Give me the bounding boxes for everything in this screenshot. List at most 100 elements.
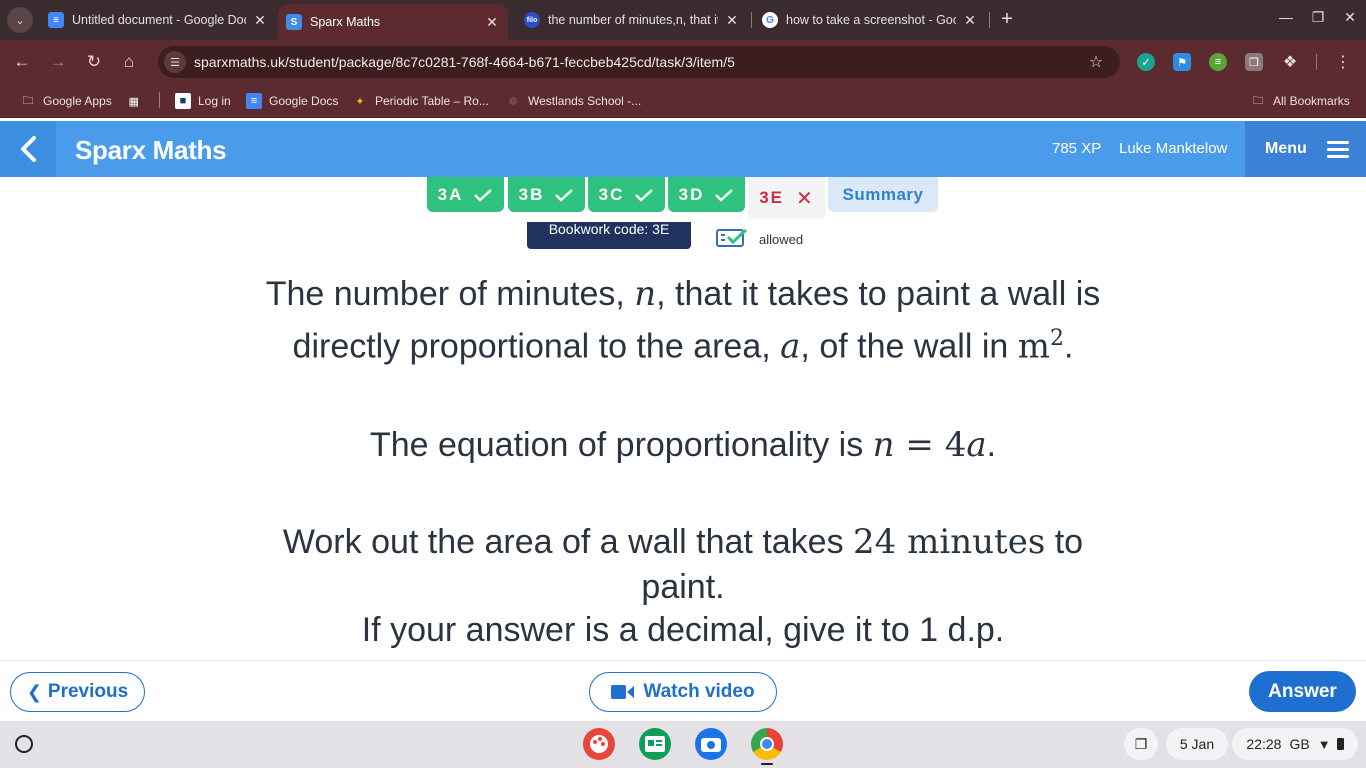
math-number: 4 [944, 425, 967, 465]
task-tab-3a[interactable]: 3A [427, 177, 504, 212]
extension-copy-icon[interactable]: ❐ [1245, 53, 1263, 71]
watch-video-label: Watch video [643, 681, 755, 702]
xp-counter: 785 XP [1052, 140, 1102, 157]
sparx-back-button[interactable] [0, 121, 56, 177]
more-options-icon[interactable]: ⋮ [1334, 53, 1352, 71]
home-icon[interactable]: ⌂ [117, 50, 141, 74]
math-unit: minutes [896, 522, 1046, 562]
canvas-paint-app-icon[interactable] [583, 728, 615, 760]
keyboard-locale: GB [1289, 736, 1310, 752]
all-bookmarks-folder[interactable]: 🗀 All Bookmarks [1250, 92, 1350, 110]
sparx-brand-title: Sparx Maths [75, 135, 227, 165]
bookmarks-divider [159, 92, 160, 108]
task-tab-label: 3C [598, 184, 625, 204]
extension-shield-icon[interactable]: ✓ [1137, 53, 1155, 71]
browser-tab-sparx[interactable]: S Sparx Maths ✕ [278, 4, 508, 40]
checkmark-icon [555, 188, 574, 202]
menu-button[interactable]: Menu [1245, 121, 1366, 177]
close-tab-icon[interactable]: ✕ [252, 12, 268, 29]
question-text: , of the wall in [800, 327, 1018, 366]
question-text: Work out the area of a wall that takes [282, 523, 854, 561]
chrome-browser-icon[interactable] [751, 728, 783, 760]
bookmark-google-apps[interactable]: 🗀 Google Apps ▦ [20, 92, 149, 110]
chevron-down-icon: ⌄ [15, 14, 25, 27]
browser-tab-google-search[interactable]: G how to take a screenshot - Google Sear… [754, 6, 986, 34]
minimize-window-icon[interactable]: — [1274, 9, 1298, 25]
google-docs-icon: ≡ [48, 12, 64, 28]
extension-bookmark-icon[interactable]: ⚑ [1173, 53, 1191, 71]
task-tab-label: 3D [678, 184, 705, 204]
address-bar[interactable]: ☰ sparxmaths.uk/student/package/8c7c0281… [158, 46, 1120, 78]
task-tab-label: 3E [759, 188, 785, 207]
bookmark-star-icon[interactable]: ☆ [1084, 52, 1108, 72]
bookmarks-bar: 🗀 Google Apps ▦ ■ Log in ≡ Google Docs ✦… [0, 84, 1366, 118]
sparx-icon: S [286, 14, 302, 30]
new-tab-button[interactable]: + [996, 8, 1018, 30]
close-window-icon[interactable]: ✕ [1338, 9, 1362, 26]
tab-title: Sparx Maths [310, 15, 381, 29]
bookwork-code-text: Bookwork code: 3E [548, 222, 670, 237]
question-text: to [1045, 523, 1084, 561]
status-tray[interactable]: 22:28 GB ▼ [1232, 728, 1358, 760]
board-icon [645, 736, 665, 752]
user-name[interactable]: Luke Manktelow [1119, 140, 1227, 157]
back-arrow-icon[interactable]: ← [10, 50, 34, 74]
camera-app-icon[interactable] [695, 728, 727, 760]
question-text: , that it takes to paint a wall is [656, 275, 1101, 313]
task-tab-3e[interactable]: 3E ✕ [748, 177, 826, 219]
extension-feed-icon[interactable]: ≡ [1209, 53, 1227, 71]
question-line-5: paint. [0, 568, 1366, 607]
battery-icon [1336, 738, 1344, 750]
bookmark-periodic-table[interactable]: ✦ Periodic Table – Ro... [352, 92, 488, 110]
site-settings-icon[interactable]: ☰ [164, 51, 186, 73]
question-text: The equation of proportionality is [369, 426, 873, 464]
bookmark-google-docs[interactable]: ≡ Google Docs [246, 92, 338, 110]
task-tab-3b[interactable]: 3B [508, 177, 585, 212]
reload-icon[interactable]: ↻ [82, 50, 106, 74]
cross-icon: ✕ [796, 187, 815, 210]
task-tab-3d[interactable]: 3D [668, 177, 745, 212]
answer-button[interactable]: Answer [1249, 671, 1356, 712]
math-unit: m [1017, 326, 1051, 367]
url-text[interactable]: sparxmaths.uk/student/package/8c7c0281-7… [194, 54, 1084, 70]
question-line-1: The number of minutes, n, that it takes … [0, 274, 1366, 314]
toolbar-divider [1316, 54, 1317, 70]
running-app-indicator [761, 763, 773, 765]
sparx-header: Sparx Maths 785 XP Luke Manktelow Menu [0, 121, 1366, 177]
extensions-puzzle-icon[interactable]: ❖ [1281, 53, 1299, 71]
launcher-icon[interactable] [15, 735, 33, 753]
browser-tab-google-docs[interactable]: ≡ Untitled document - Google Docs ✕ [40, 6, 276, 34]
tab-search-button[interactable]: ⌄ [7, 7, 33, 33]
close-tab-icon[interactable]: ✕ [962, 12, 978, 29]
periodic-table-icon: ✦ [355, 95, 365, 108]
date-text: 5 Jan [1179, 736, 1215, 752]
close-tab-icon[interactable]: ✕ [484, 14, 500, 31]
calculator-allowed-icon [716, 229, 748, 247]
watch-video-button[interactable]: Watch video [589, 672, 777, 712]
clipboard-tray-icon[interactable]: ❐ [1124, 728, 1158, 760]
date-tray[interactable]: 5 Jan [1166, 728, 1228, 760]
task-tab-3c[interactable]: 3C [588, 177, 665, 212]
tab-divider [751, 12, 752, 28]
bookmark-label: Google Apps [43, 94, 112, 108]
checkmark-icon [474, 188, 493, 202]
question-text: directly proportional to the area, [292, 327, 781, 366]
bookmark-label: Google Docs [269, 94, 339, 108]
previous-button[interactable]: ❮ Previous [10, 672, 145, 712]
tab-title: Untitled document - Google Docs [72, 13, 246, 27]
browser-tab-filo[interactable]: filo the number of minutes,n, that it ta… [516, 6, 748, 34]
task-tab-summary[interactable]: Summary [828, 177, 938, 212]
bookmark-westlands-school[interactable]: ☸ Westlands School -... [505, 92, 641, 110]
math-operator: = [894, 425, 945, 465]
task-tab-label: 3A [437, 184, 464, 204]
tab-title: how to take a screenshot - Google Search [786, 13, 956, 27]
question-rounding-instruction: If your answer is a decimal, give it to … [0, 611, 1366, 650]
close-tab-icon[interactable]: ✕ [724, 12, 740, 29]
task-tab-label: 3B [518, 184, 545, 204]
restore-window-icon[interactable]: ❐ [1306, 9, 1330, 26]
classroom-app-icon[interactable] [639, 728, 671, 760]
google-docs-icon: ≡ [246, 93, 262, 109]
bookmark-log-in[interactable]: ■ Log in [175, 92, 231, 110]
forward-arrow-icon[interactable]: → [46, 50, 70, 74]
checkmark-icon [635, 188, 654, 202]
